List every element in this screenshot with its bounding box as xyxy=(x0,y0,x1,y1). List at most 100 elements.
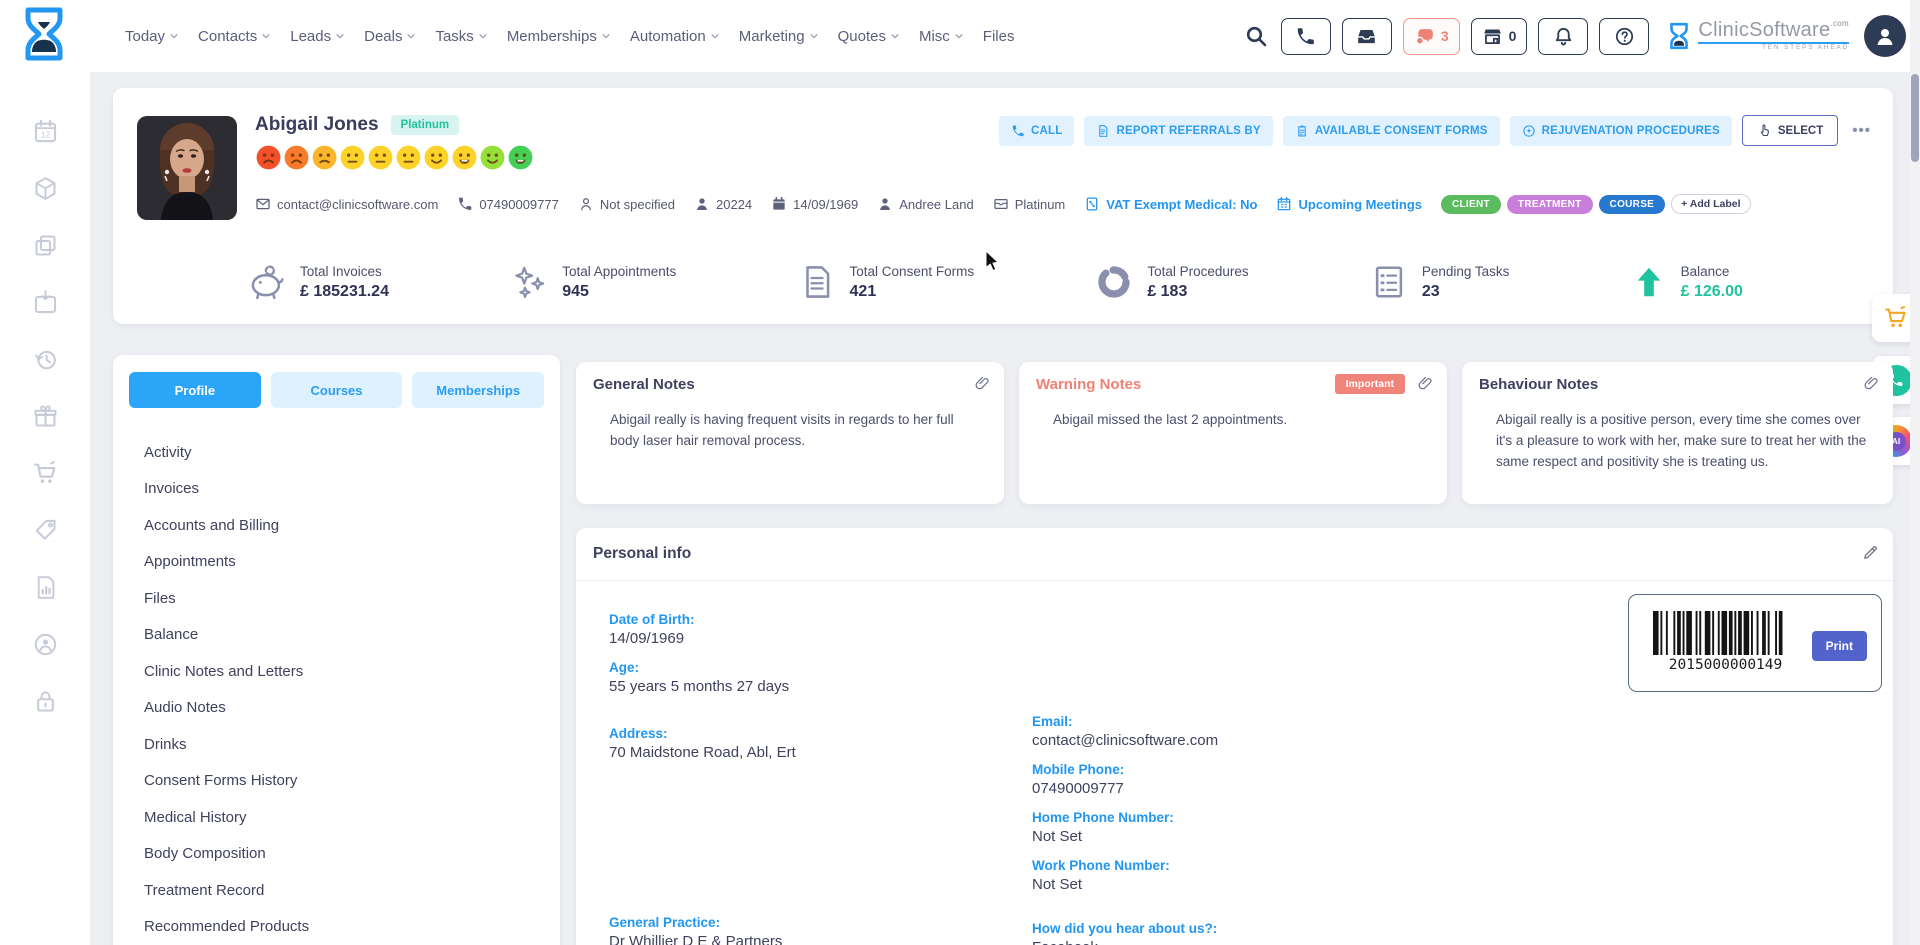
nav-item-automation[interactable]: Automation xyxy=(630,28,720,45)
rail-price-tag[interactable] xyxy=(28,517,62,543)
scrollbar-track[interactable] xyxy=(1910,0,1920,945)
menu-item-audio-notes[interactable]: Audio Notes xyxy=(144,690,560,727)
stat-total-appointments: Total Appointments945 xyxy=(510,263,676,301)
mood-face-neutral[interactable] xyxy=(395,144,422,176)
mood-face-frown[interactable] xyxy=(255,144,282,176)
nav-item-label: Leads xyxy=(290,28,331,45)
search-icon[interactable] xyxy=(1244,23,1270,49)
nav-item-deals[interactable]: Deals xyxy=(364,28,416,45)
nav-item-files[interactable]: Files xyxy=(983,28,1015,45)
brand-hourglass-icon[interactable] xyxy=(18,6,70,62)
nav-item-memberships[interactable]: Memberships xyxy=(507,28,611,45)
menu-item-treatment-record[interactable]: Treatment Record xyxy=(144,872,560,909)
rejuvenation-procedures-button[interactable]: REJUVENATION PROCEDURES xyxy=(1510,116,1732,146)
mood-face-grin[interactable] xyxy=(451,144,478,176)
inbox-button[interactable] xyxy=(1342,18,1392,55)
add-label-button[interactable]: + Add Label xyxy=(1671,194,1750,214)
scrollbar-thumb[interactable] xyxy=(1911,74,1919,162)
select-button[interactable]: SELECT xyxy=(1742,115,1838,146)
nav-item-quotes[interactable]: Quotes xyxy=(838,28,900,45)
chevron-down-icon xyxy=(406,31,416,41)
menu-item-medical-history[interactable]: Medical History xyxy=(144,799,560,836)
rail-copy[interactable] xyxy=(28,232,62,258)
document-icon xyxy=(798,263,836,301)
patient-header-card: Abigail Jones Platinum contact@clinicsof… xyxy=(113,88,1893,324)
rail-lock[interactable] xyxy=(28,688,62,714)
help-button[interactable] xyxy=(1599,18,1649,55)
shop-button[interactable]: 0 xyxy=(1471,18,1528,55)
user-avatar[interactable] xyxy=(1864,15,1906,57)
link-vat-exempt-medical-no[interactable]: VAT Exempt Medical: No xyxy=(1084,196,1257,212)
profile-tabs: Profile CoursesMemberships xyxy=(129,372,544,408)
menu-item-consent-forms-history[interactable]: Consent Forms History xyxy=(144,763,560,800)
mood-face-frown[interactable] xyxy=(283,144,310,176)
print-button[interactable]: Print xyxy=(1812,631,1867,661)
nav-item-tasks[interactable]: Tasks xyxy=(435,28,487,45)
nav-item-label: Memberships xyxy=(507,28,597,45)
personal-info-card: Personal info Date of Birth:14/09/1969Ag… xyxy=(576,528,1893,945)
barcode-number: 2015000000149 xyxy=(1653,657,1798,673)
label-pill-treatment[interactable]: TREATMENT xyxy=(1507,195,1593,214)
mood-face-neutral[interactable] xyxy=(339,144,366,176)
nav-item-leads[interactable]: Leads xyxy=(290,28,345,45)
paperclip-icon[interactable] xyxy=(1863,375,1880,397)
info-label: Email: xyxy=(1032,714,1218,729)
stat-text: Total Appointments945 xyxy=(562,264,676,301)
menu-item-activity[interactable]: Activity xyxy=(144,434,560,471)
gift-icon xyxy=(32,403,59,430)
rail-calendar-import[interactable] xyxy=(28,289,62,315)
more-options-button[interactable]: ••• xyxy=(1848,118,1875,143)
brand-name: ClinicSoftware.com xyxy=(1698,19,1849,41)
rail-report-chart[interactable] xyxy=(28,574,62,600)
rail-history[interactable] xyxy=(28,346,62,372)
menu-item-balance[interactable]: Balance xyxy=(144,617,560,654)
info-field: Date of Birth:14/09/1969 xyxy=(609,612,796,655)
paperclip-icon[interactable] xyxy=(974,375,991,397)
dialer-button[interactable] xyxy=(1281,18,1331,55)
mood-face-grin[interactable] xyxy=(507,144,534,176)
personal-info-title: Personal info xyxy=(593,545,691,563)
menu-item-accounts-and-billing[interactable]: Accounts and Billing xyxy=(144,507,560,544)
label-pill-course[interactable]: COURSE xyxy=(1599,195,1666,214)
paperclip-icon[interactable] xyxy=(1417,375,1434,397)
rail-support[interactable] xyxy=(28,631,62,657)
nav-item-today[interactable]: Today xyxy=(125,28,179,45)
menu-item-recommended-products[interactable]: Recommended Products xyxy=(144,909,560,945)
info-value: Not Set xyxy=(1032,876,1218,893)
nav-item-contacts[interactable]: Contacts xyxy=(198,28,271,45)
rail-package[interactable] xyxy=(28,175,62,201)
stat-text: Total Invoices£ 185231.24 xyxy=(300,264,389,301)
available-consent-forms-button[interactable]: AVAILABLE CONSENT FORMS xyxy=(1283,116,1500,146)
tab-courses[interactable]: Courses xyxy=(271,372,403,408)
mood-face-smile[interactable] xyxy=(479,144,506,176)
menu-item-drinks[interactable]: Drinks xyxy=(144,726,560,763)
notifications-button[interactable] xyxy=(1538,18,1588,55)
tab-memberships[interactable]: Memberships xyxy=(412,372,544,408)
rail-calendar-12[interactable]: 12 xyxy=(28,118,62,144)
menu-item-invoices[interactable]: Invoices xyxy=(144,471,560,508)
package-icon xyxy=(32,175,59,202)
menu-item-appointments[interactable]: Appointments xyxy=(144,544,560,581)
rail-cart[interactable] xyxy=(28,460,62,486)
menu-item-files[interactable]: Files xyxy=(144,580,560,617)
label-pill-client[interactable]: CLIENT xyxy=(1441,195,1501,214)
mood-face-sad[interactable] xyxy=(311,144,338,176)
stat-value: 421 xyxy=(850,283,975,301)
tab-profile[interactable]: Profile xyxy=(129,372,261,408)
menu-item-body-composition[interactable]: Body Composition xyxy=(144,836,560,873)
call-button[interactable]: CALL xyxy=(999,116,1074,146)
stat-value: £ 185231.24 xyxy=(300,283,389,301)
nav-item-misc[interactable]: Misc xyxy=(919,28,964,45)
patient-photo[interactable] xyxy=(137,116,237,220)
report-referrals-by-button[interactable]: REPORT REFERRALS BY xyxy=(1084,116,1272,146)
rail-gift[interactable] xyxy=(28,403,62,429)
action-label: REPORT REFERRALS BY xyxy=(1116,125,1260,137)
user-icon xyxy=(1873,24,1897,48)
link-upcoming-meetings[interactable]: Upcoming Meetings xyxy=(1276,196,1422,212)
nav-item-marketing[interactable]: Marketing xyxy=(739,28,819,45)
edit-pencil-icon[interactable] xyxy=(1862,544,1879,566)
mood-face-neutral[interactable] xyxy=(367,144,394,176)
menu-item-clinic-notes-and-letters[interactable]: Clinic Notes and Letters xyxy=(144,653,560,690)
messages-button[interactable]: 3 xyxy=(1403,18,1460,55)
mood-face-smile[interactable] xyxy=(423,144,450,176)
